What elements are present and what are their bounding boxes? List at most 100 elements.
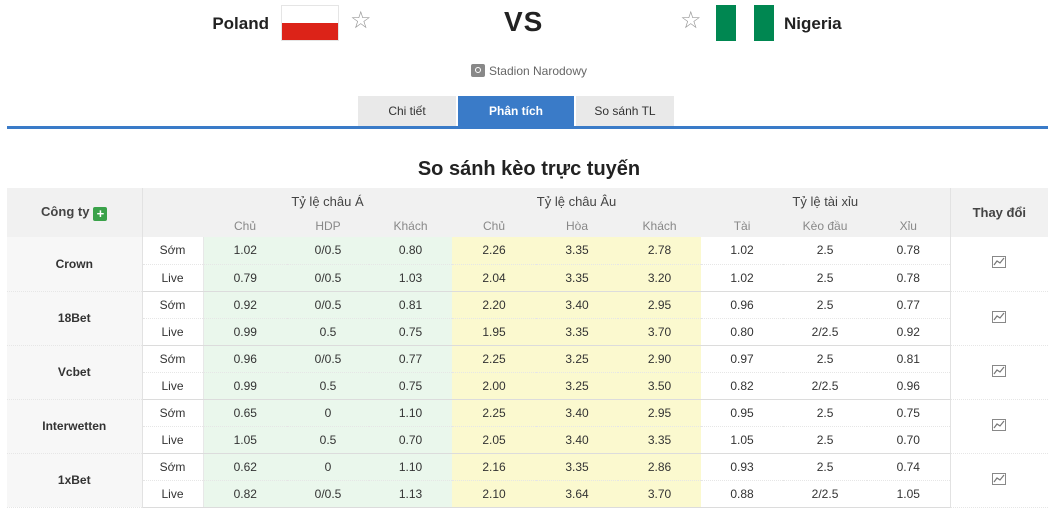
ou-odds-cell[interactable]: 0.97 [701, 345, 784, 373]
company-name[interactable]: 18Bet [7, 291, 143, 346]
asian-odds-cell[interactable]: 0.96 [203, 345, 287, 373]
asian-odds-cell[interactable]: 0.92 [203, 291, 287, 319]
ou-odds-cell[interactable]: 0.78 [867, 237, 951, 265]
asian-odds-cell[interactable]: 0 [287, 399, 369, 427]
euro-odds-cell[interactable]: 3.35 [536, 318, 619, 346]
euro-odds-cell[interactable]: 3.25 [536, 372, 619, 400]
asian-odds-cell[interactable]: 0 [287, 453, 369, 481]
euro-odds-cell[interactable]: 2.90 [618, 345, 702, 373]
euro-odds-cell[interactable]: 2.25 [452, 399, 537, 427]
ou-odds-cell[interactable]: 2.5 [783, 264, 868, 292]
ou-odds-cell[interactable]: 0.81 [867, 345, 951, 373]
ou-odds-cell[interactable]: 2.5 [783, 291, 868, 319]
home-team-name[interactable]: Poland [212, 14, 269, 34]
ou-odds-cell[interactable]: 0.80 [701, 318, 784, 346]
ou-odds-cell[interactable]: 1.02 [701, 264, 784, 292]
asian-odds-cell[interactable]: 1.05 [203, 426, 287, 454]
asian-odds-cell[interactable]: 0.75 [369, 372, 453, 400]
euro-odds-cell[interactable]: 3.35 [536, 453, 619, 481]
asian-odds-cell[interactable]: 1.10 [369, 453, 453, 481]
asian-odds-cell[interactable]: 0/0.5 [287, 291, 369, 319]
ou-odds-cell[interactable]: 0.93 [701, 453, 784, 481]
ou-odds-cell[interactable]: 0.92 [867, 318, 951, 346]
asian-odds-cell[interactable]: 0.5 [287, 426, 369, 454]
euro-odds-cell[interactable]: 3.40 [536, 399, 619, 427]
ou-odds-cell[interactable]: 2.5 [783, 453, 868, 481]
line-chart-icon[interactable] [992, 256, 1007, 269]
asian-odds-cell[interactable]: 0/0.5 [287, 264, 369, 292]
euro-odds-cell[interactable]: 2.95 [618, 291, 702, 319]
asian-odds-cell[interactable]: 0.80 [369, 237, 453, 265]
euro-odds-cell[interactable]: 3.70 [618, 318, 702, 346]
ou-odds-cell[interactable]: 0.75 [867, 399, 951, 427]
ou-odds-cell[interactable]: 0.96 [867, 372, 951, 400]
ou-odds-cell[interactable]: 0.70 [867, 426, 951, 454]
asian-odds-cell[interactable]: 0.82 [203, 480, 287, 508]
asian-odds-cell[interactable]: 0.81 [369, 291, 453, 319]
asian-odds-cell[interactable]: 0.99 [203, 318, 287, 346]
asian-odds-cell[interactable]: 0/0.5 [287, 345, 369, 373]
plus-icon[interactable]: + [93, 207, 108, 221]
asian-odds-cell[interactable]: 1.10 [369, 399, 453, 427]
euro-odds-cell[interactable]: 2.25 [452, 345, 537, 373]
asian-odds-cell[interactable]: 0.70 [369, 426, 453, 454]
euro-odds-cell[interactable]: 2.16 [452, 453, 537, 481]
asian-odds-cell[interactable]: 0.99 [203, 372, 287, 400]
euro-odds-cell[interactable]: 3.35 [536, 264, 619, 292]
favorite-home-star-icon[interactable]: ☆ [350, 9, 372, 33]
euro-odds-cell[interactable]: 2.86 [618, 453, 702, 481]
line-chart-icon[interactable] [992, 310, 1007, 323]
asian-odds-cell[interactable]: 0.65 [203, 399, 287, 427]
euro-odds-cell[interactable]: 3.70 [618, 480, 702, 508]
ou-odds-cell[interactable]: 2/2.5 [783, 480, 868, 508]
asian-odds-cell[interactable]: 1.03 [369, 264, 453, 292]
asian-odds-cell[interactable]: 0.62 [203, 453, 287, 481]
euro-odds-cell[interactable]: 3.64 [536, 480, 619, 508]
ou-odds-cell[interactable]: 0.96 [701, 291, 784, 319]
ou-odds-cell[interactable]: 0.77 [867, 291, 951, 319]
euro-odds-cell[interactable]: 2.05 [452, 426, 537, 454]
euro-odds-cell[interactable]: 3.25 [536, 345, 619, 373]
asian-odds-cell[interactable]: 0.79 [203, 264, 287, 292]
away-team-name[interactable]: Nigeria [784, 14, 842, 34]
ou-odds-cell[interactable]: 1.05 [701, 426, 784, 454]
euro-odds-cell[interactable]: 3.35 [536, 237, 619, 265]
euro-odds-cell[interactable]: 3.50 [618, 372, 702, 400]
ou-odds-cell[interactable]: 2.5 [783, 345, 868, 373]
euro-odds-cell[interactable]: 2.10 [452, 480, 537, 508]
asian-odds-cell[interactable]: 1.13 [369, 480, 453, 508]
company-name[interactable]: 1xBet [7, 453, 143, 508]
ou-odds-cell[interactable]: 0.88 [701, 480, 784, 508]
ou-odds-cell[interactable]: 0.82 [701, 372, 784, 400]
ou-odds-cell[interactable]: 2.5 [783, 237, 868, 265]
ou-odds-cell[interactable]: 0.95 [701, 399, 784, 427]
ou-odds-cell[interactable]: 2/2.5 [783, 318, 868, 346]
asian-odds-cell[interactable]: 0.75 [369, 318, 453, 346]
tab-analysis[interactable]: Phân tích [458, 96, 574, 126]
line-chart-icon[interactable] [992, 364, 1007, 377]
euro-odds-cell[interactable]: 2.95 [618, 399, 702, 427]
euro-odds-cell[interactable]: 2.78 [618, 237, 702, 265]
euro-odds-cell[interactable]: 2.00 [452, 372, 537, 400]
euro-odds-cell[interactable]: 3.20 [618, 264, 702, 292]
favorite-away-star-icon[interactable]: ☆ [680, 9, 702, 33]
asian-odds-cell[interactable]: 0.5 [287, 318, 369, 346]
ou-odds-cell[interactable]: 2.5 [783, 399, 868, 427]
euro-odds-cell[interactable]: 2.04 [452, 264, 537, 292]
tab-compare-odds[interactable]: So sánh TL [576, 96, 674, 126]
ou-odds-cell[interactable]: 0.78 [867, 264, 951, 292]
ou-odds-cell[interactable]: 2.5 [783, 426, 868, 454]
asian-odds-cell[interactable]: 0.5 [287, 372, 369, 400]
company-name[interactable]: Vcbet [7, 345, 143, 400]
euro-odds-cell[interactable]: 3.40 [536, 426, 619, 454]
euro-odds-cell[interactable]: 3.40 [536, 291, 619, 319]
asian-odds-cell[interactable]: 0/0.5 [287, 237, 369, 265]
euro-odds-cell[interactable]: 1.95 [452, 318, 537, 346]
company-name[interactable]: Crown [7, 237, 143, 292]
asian-odds-cell[interactable]: 0.77 [369, 345, 453, 373]
ou-odds-cell[interactable]: 1.02 [701, 237, 784, 265]
line-chart-icon[interactable] [992, 418, 1007, 431]
euro-odds-cell[interactable]: 2.26 [452, 237, 537, 265]
asian-odds-cell[interactable]: 1.02 [203, 237, 287, 265]
ou-odds-cell[interactable]: 2/2.5 [783, 372, 868, 400]
